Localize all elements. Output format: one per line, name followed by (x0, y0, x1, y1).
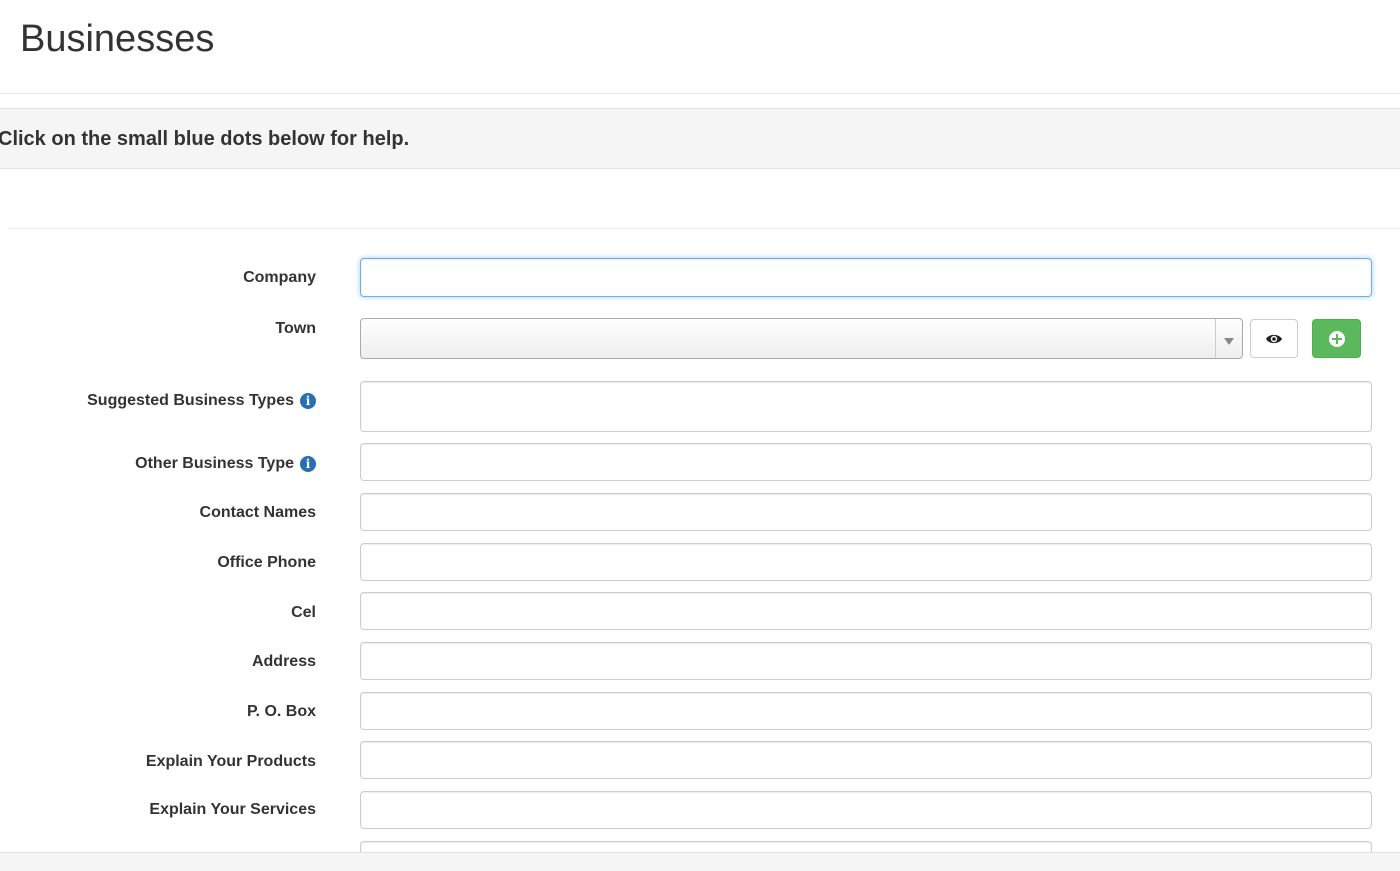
cel-label: Cel (291, 604, 316, 621)
help-text: Click on the small blue dots below for h… (0, 128, 410, 150)
office-phone-label: Office Phone (217, 554, 316, 571)
other-business-type-label-text: Other Business Type (135, 455, 294, 472)
town-label: Town (275, 320, 316, 337)
address-input[interactable] (360, 642, 1372, 680)
po-box-label: P. O. Box (246, 703, 316, 720)
company-label: Company (243, 269, 316, 286)
address-label: Address (251, 653, 316, 670)
help-bar: Click on the small blue dots below for h… (0, 108, 1400, 169)
info-circle-icon[interactable]: i (300, 393, 316, 409)
info-circle-icon[interactable]: i (300, 456, 316, 472)
explain-products-input[interactable] (360, 741, 1372, 779)
other-business-type-label: Other Business Type i (135, 454, 316, 474)
office-phone-input[interactable] (360, 543, 1372, 581)
explain-products-label: Explain Your Products (145, 753, 316, 770)
company-input[interactable] (360, 258, 1372, 297)
divider (8, 228, 1400, 229)
page-title: Businesses (20, 18, 215, 60)
other-business-type-input[interactable] (360, 443, 1372, 481)
explain-services-label: Explain Your Services (149, 801, 316, 818)
page-header: Businesses (0, 0, 1400, 94)
plus-circle-icon (1328, 330, 1345, 347)
po-box-input[interactable] (360, 692, 1372, 730)
explain-services-input[interactable] (360, 791, 1372, 829)
view-town-button[interactable] (1250, 319, 1298, 358)
town-select[interactable] (360, 318, 1243, 359)
contact-names-input[interactable] (360, 493, 1372, 531)
eye-icon (1266, 334, 1282, 343)
cel-input[interactable] (360, 592, 1372, 630)
contact-names-label: Contact Names (199, 504, 316, 521)
chevron-down-icon[interactable] (1215, 319, 1242, 358)
suggested-business-types-label: Suggested Business Types i (87, 391, 316, 411)
add-town-button[interactable] (1312, 319, 1361, 358)
bottom-strip (0, 852, 1400, 871)
suggested-business-types-input[interactable] (360, 381, 1372, 432)
suggested-business-types-label-text: Suggested Business Types (87, 392, 294, 409)
